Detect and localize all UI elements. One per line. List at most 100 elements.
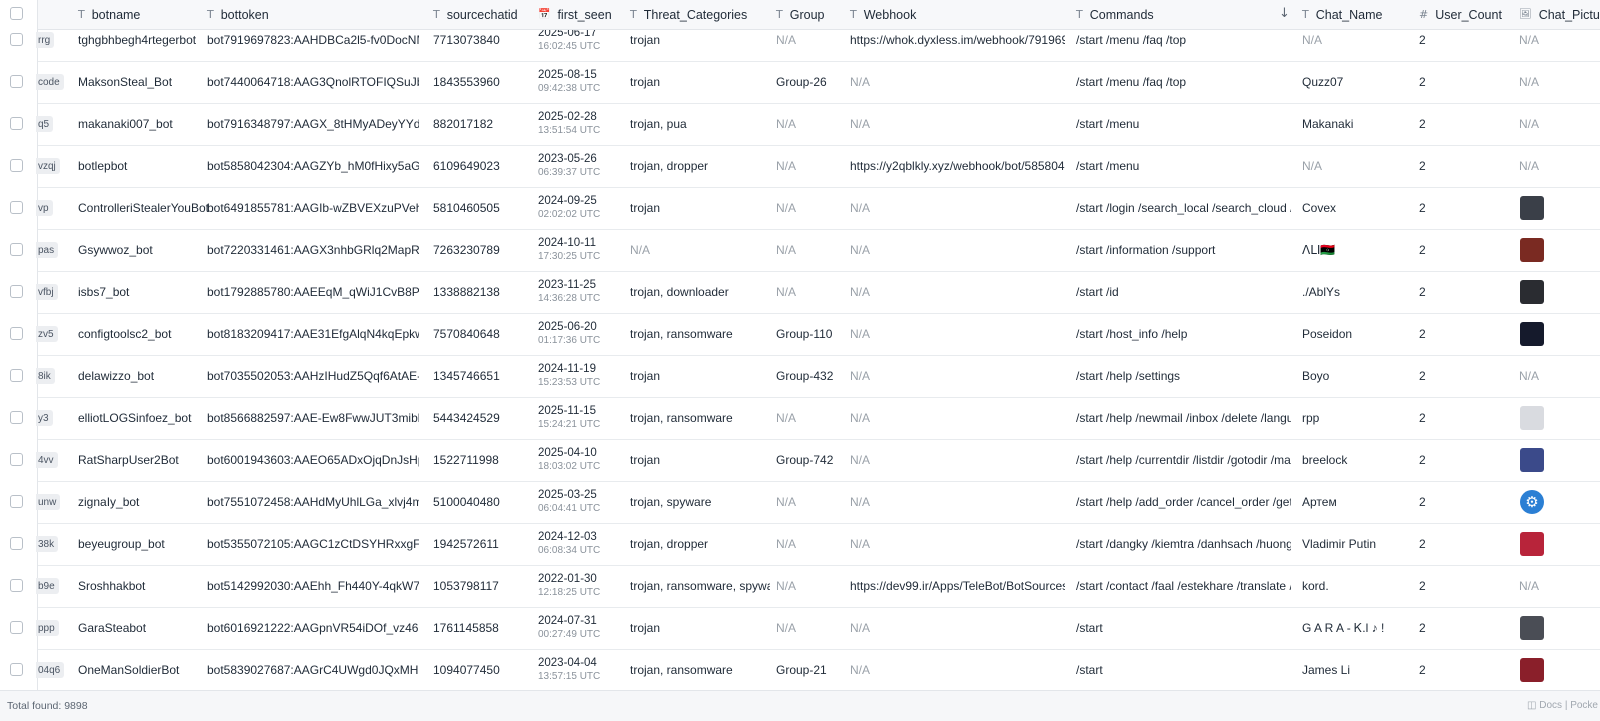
row-checkbox[interactable] xyxy=(10,453,23,466)
cell-commands[interactable]: /start /help /currentdir /listdir /gotod… xyxy=(1076,439,1291,481)
cell-user_count[interactable]: 2 xyxy=(1419,397,1499,439)
cell-bottoken[interactable]: bot7551072458:AAHdMyUhlLGa_xlvj4mRIpB… xyxy=(207,481,419,523)
cell-first_seen[interactable]: 2025-03-25 06:04:41 UTC xyxy=(538,481,623,523)
row-checkbox[interactable] xyxy=(10,201,23,214)
cell-bottoken[interactable]: bot5858042304:AAGZYb_hM0fHixy5aGwFGP… xyxy=(207,145,419,187)
cell-bottoken[interactable]: bot8566882597:AAE-Ew8FwwJUT3mibbY69… xyxy=(207,397,419,439)
cell-commands[interactable]: /start /menu /faq /top xyxy=(1076,30,1291,61)
row-checkbox[interactable] xyxy=(10,537,23,550)
cell-sourcechatid[interactable]: 7713073840 xyxy=(433,30,528,61)
cell-commands[interactable]: /start /menu xyxy=(1076,145,1291,187)
cell-group[interactable]: N/A xyxy=(776,271,846,313)
table-row[interactable]: configtoolsc2_bot bot8183209417:AAE31EfgA… xyxy=(0,313,1600,356)
column-header-chat_name[interactable]: T Chat_Name xyxy=(1302,0,1382,29)
cell-commands[interactable]: /start /dangky /kiemtra /danhsach /huong… xyxy=(1076,523,1291,565)
cell-threat[interactable]: trojan, ransomware xyxy=(630,397,770,439)
cell-chat_picture[interactable]: N/A xyxy=(1519,30,1600,61)
cell-user_count[interactable]: 2 xyxy=(1419,187,1499,229)
row-checkbox[interactable] xyxy=(10,327,23,340)
cell-threat[interactable]: trojan xyxy=(630,30,770,61)
cell-commands[interactable]: /start /login /search_local /search_clou… xyxy=(1076,187,1291,229)
cell-threat[interactable]: trojan, spyware xyxy=(630,481,770,523)
chat-picture-thumbnail[interactable] xyxy=(1520,658,1544,682)
cell-first_seen[interactable]: 2023-04-04 13:57:15 UTC xyxy=(538,649,623,690)
cell-threat[interactable]: trojan xyxy=(630,61,770,103)
cell-group[interactable]: N/A xyxy=(776,607,846,649)
cell-chat_name[interactable]: ./AblYs xyxy=(1302,271,1402,313)
column-header-first_seen[interactable]: 📅 first_seen xyxy=(538,0,612,29)
cell-threat[interactable]: trojan, pua xyxy=(630,103,770,145)
column-header-user_count[interactable]: # User_Count xyxy=(1419,0,1502,29)
cell-bottoken[interactable]: bot5839027687:AAGrC4UWgd0JQxMHOf1dC… xyxy=(207,649,419,690)
cell-user_count[interactable]: 2 xyxy=(1419,30,1499,61)
table-row[interactable]: OneManSoldierBot bot5839027687:AAGrC4UWgd… xyxy=(0,649,1600,690)
table-row[interactable]: elliotLOGSinfoez_bot bot8566882597:AAE-Ew… xyxy=(0,397,1600,440)
column-header-botname[interactable]: Tbotname xyxy=(78,0,140,29)
cell-webhook[interactable]: https://whok.dyxless.im/webhook/7919697… xyxy=(850,30,1065,61)
cell-sourcechatid[interactable]: 1345746651 xyxy=(433,355,528,397)
cell-threat[interactable]: trojan xyxy=(630,439,770,481)
cell-group[interactable]: Group-21 xyxy=(776,649,846,690)
cell-user_count[interactable]: 2 xyxy=(1419,649,1499,690)
cell-group[interactable]: N/A xyxy=(776,145,846,187)
column-header-commands[interactable]: T Commands xyxy=(1076,0,1154,29)
cell-commands[interactable]: /start /contact /faal /estekhare /transl… xyxy=(1076,565,1291,607)
table-row[interactable]: Gsywwoz_bot bot7220331461:AAGX3nhbGRlq2Ma… xyxy=(0,229,1600,272)
select-all-checkbox[interactable] xyxy=(10,7,23,20)
row-checkbox[interactable] xyxy=(10,243,23,256)
cell-webhook[interactable]: N/A xyxy=(850,649,1065,690)
row-checkbox[interactable] xyxy=(10,285,23,298)
cell-webhook[interactable]: N/A xyxy=(850,481,1065,523)
cell-group[interactable]: Group-110 xyxy=(776,313,846,355)
cell-sourcechatid[interactable]: 7263230789 xyxy=(433,229,528,271)
cell-user_count[interactable]: 2 xyxy=(1419,103,1499,145)
cell-webhook[interactable]: N/A xyxy=(850,229,1065,271)
column-header-chat_picture[interactable]: 🖼 Chat_Picture xyxy=(1519,0,1600,29)
cell-chat_picture[interactable]: N/A xyxy=(1519,145,1600,187)
cell-first_seen[interactable]: 2025-02-28 13:51:54 UTC xyxy=(538,103,623,145)
table-row[interactable]: zignaIy_bot bot7551072458:AAHdMyUhlLGa_xl… xyxy=(0,481,1600,524)
cell-webhook[interactable]: N/A xyxy=(850,313,1065,355)
cell-bottoken[interactable]: bot5355072105:AAGC1zCtDSYHRxxgFxWl350… xyxy=(207,523,419,565)
table-row[interactable]: botlepbot bot5858042304:AAGZYb_hM0fHixy5a… xyxy=(0,145,1600,188)
table-row[interactable]: MaksonSteal_Bot bot7440064718:AAG3QnolRTO… xyxy=(0,61,1600,104)
cell-threat[interactable]: trojan xyxy=(630,607,770,649)
cell-user_count[interactable]: 2 xyxy=(1419,523,1499,565)
cell-group[interactable]: N/A xyxy=(776,187,846,229)
table-row[interactable]: GaraSteabot bot6016921222:AAGpnVR54iDOf_v… xyxy=(0,607,1600,650)
chat-picture-thumbnail[interactable] xyxy=(1520,280,1544,304)
row-checkbox[interactable] xyxy=(10,663,23,676)
cell-chat_picture[interactable]: N/A xyxy=(1519,103,1600,145)
table-row[interactable]: tghgbhbegh4rtegerbot bot7919697823:AAHDBC… xyxy=(0,30,1600,62)
cell-threat[interactable]: N/A xyxy=(630,229,770,271)
sort-descending-icon[interactable]: ↓ xyxy=(1279,6,1290,21)
cell-bottoken[interactable]: bot7035502053:AAHzIHudZ5Qqf6AtAE-KEZP… xyxy=(207,355,419,397)
cell-first_seen[interactable]: 2025-04-10 18:03:02 UTC xyxy=(538,439,623,481)
cell-webhook[interactable]: https://y2qblkly.xyz/webhook/bot/5858042… xyxy=(850,145,1065,187)
cell-chat_name[interactable]: Артем xyxy=(1302,481,1402,523)
cell-user_count[interactable]: 2 xyxy=(1419,61,1499,103)
table-row[interactable]: Sroshhakbot bot5142992030:AAEhh_Fh440Y-4q… xyxy=(0,565,1600,608)
cell-chat_name[interactable]: Boyo xyxy=(1302,355,1402,397)
cell-group[interactable]: N/A xyxy=(776,523,846,565)
cell-commands[interactable]: /start xyxy=(1076,607,1291,649)
cell-threat[interactable]: trojan xyxy=(630,355,770,397)
cell-commands[interactable]: /start /help /settings xyxy=(1076,355,1291,397)
chat-picture-thumbnail[interactable] xyxy=(1520,406,1544,430)
cell-user_count[interactable]: 2 xyxy=(1419,271,1499,313)
chat-picture-thumbnail[interactable] xyxy=(1520,322,1544,346)
cell-chat_name[interactable]: breelock xyxy=(1302,439,1402,481)
cell-chat_name[interactable]: Covex xyxy=(1302,187,1402,229)
cell-chat_name[interactable]: N/A xyxy=(1302,145,1402,187)
table-row[interactable]: delawizzo_bot bot7035502053:AAHzIHudZ5Qqf… xyxy=(0,355,1600,398)
cell-group[interactable]: N/A xyxy=(776,481,846,523)
row-checkbox[interactable] xyxy=(10,75,23,88)
row-checkbox[interactable] xyxy=(10,621,23,634)
docs-link[interactable]: Docs xyxy=(1539,700,1562,711)
cell-sourcechatid[interactable]: 1761145858 xyxy=(433,607,528,649)
row-checkbox[interactable] xyxy=(10,33,23,46)
cell-first_seen[interactable]: 2024-09-25 02:02:02 UTC xyxy=(538,187,623,229)
cell-sourcechatid[interactable]: 1522711998 xyxy=(433,439,528,481)
cell-user_count[interactable]: 2 xyxy=(1419,145,1499,187)
chat-picture-thumbnail[interactable] xyxy=(1520,448,1544,472)
